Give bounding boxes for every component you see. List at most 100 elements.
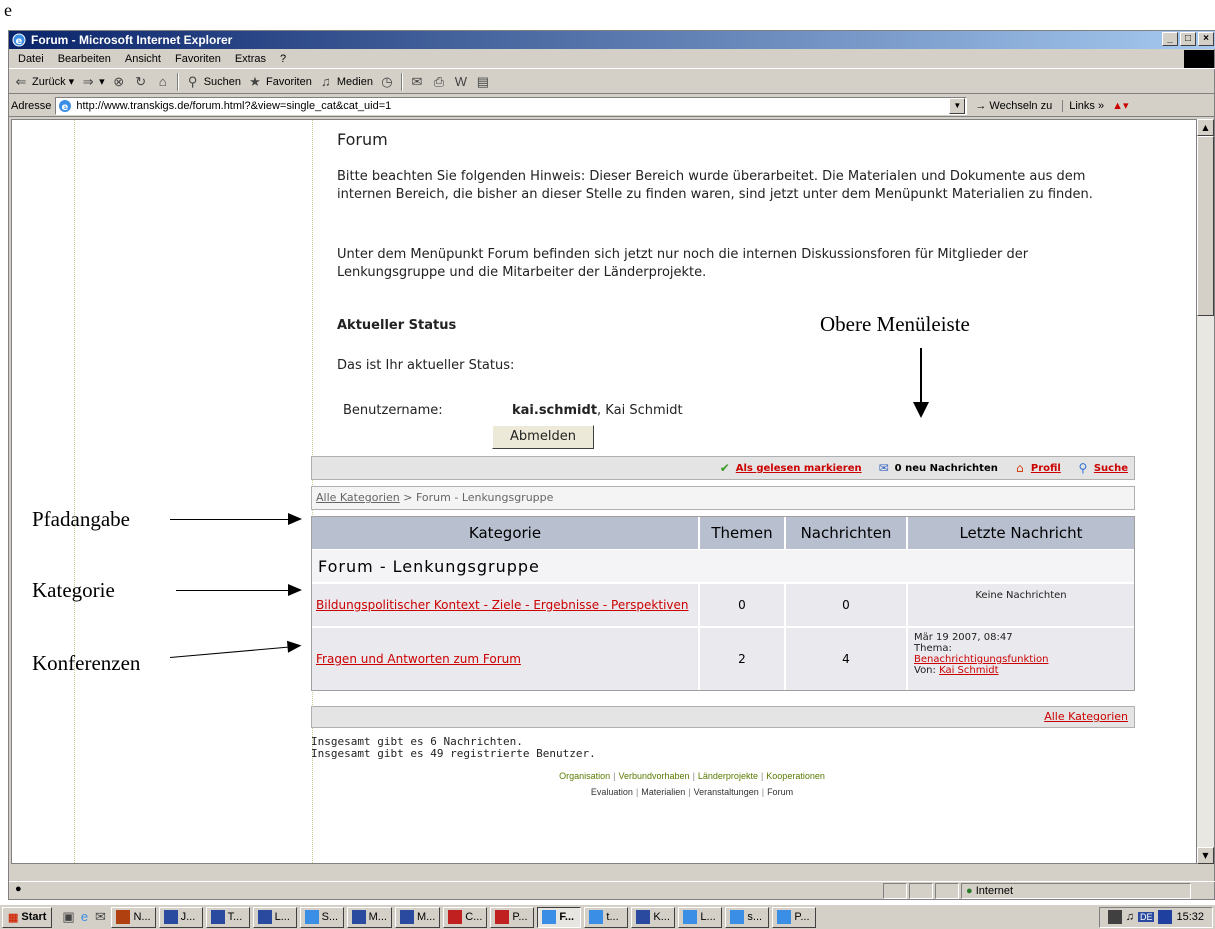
address-dropdown-icon[interactable]: ▼	[949, 97, 966, 114]
task-button[interactable]: L...	[678, 906, 723, 928]
footer-link-evaluation[interactable]: Evaluation	[591, 787, 633, 797]
toolbar-separator	[400, 72, 403, 91]
conference-link[interactable]: Bildungspolitischer Kontext - Ziele - Er…	[312, 584, 700, 626]
menu-datei[interactable]: Datei	[11, 49, 51, 68]
favorites-button[interactable]: ★ Favoriten	[247, 74, 312, 90]
last-message-author-link[interactable]: Kai Schmidt	[939, 665, 998, 676]
document-letter: e	[4, 0, 12, 20]
chevron-down-icon: ▾	[68, 76, 75, 88]
outlook-quicklaunch-icon[interactable]: ✉	[92, 909, 108, 925]
task-button[interactable]: M...	[346, 906, 392, 928]
annotation-conferences: Konferenzen	[32, 651, 141, 675]
task-button[interactable]: T...	[205, 906, 250, 928]
volume-icon[interactable]: ♫	[1126, 911, 1134, 923]
checkmark-icon: ✔	[719, 461, 730, 475]
close-button[interactable]: ×	[1198, 32, 1214, 46]
svg-text:e: e	[62, 102, 69, 113]
last-message-topic-link[interactable]: Benachrichtigungsfunktion	[914, 654, 1048, 665]
search-button[interactable]: ⚲ Suchen	[185, 74, 241, 90]
site-footer-nav: Organisation | Verbundvorhaben | Länderproje…	[559, 771, 825, 797]
footer-link-laenderprojekte[interactable]: Länderprojekte	[698, 771, 758, 781]
task-button[interactable]: P...	[772, 906, 817, 928]
toolbar-separator	[176, 72, 179, 91]
annotation-category: Kategorie	[32, 578, 115, 602]
address-input[interactable]: e http://www.transkigs.de/forum.html?&vi…	[55, 96, 968, 115]
status-line: Das ist Ihr aktueller Status:	[337, 358, 515, 373]
zone-indicator: ● Internet	[961, 882, 1191, 899]
conference-link[interactable]: Fragen und Antworten zum Forum	[312, 628, 700, 690]
header-category: Kategorie	[312, 517, 700, 549]
page-icon: e	[59, 99, 72, 113]
status-cell	[909, 882, 933, 899]
scroll-thumb[interactable]	[1197, 136, 1214, 316]
network-icon[interactable]	[1107, 910, 1122, 924]
task-button[interactable]: P...	[490, 906, 535, 928]
footer-link-verbundvorhaben[interactable]: Verbundvorhaben	[619, 771, 690, 781]
ie-quicklaunch-icon[interactable]: e	[76, 909, 92, 925]
logout-button[interactable]: Abmelden	[492, 425, 594, 449]
discuss-icon[interactable]: ▤	[475, 74, 491, 90]
task-button[interactable]: L...	[252, 906, 297, 928]
mark-read-item[interactable]: ✔ Als gelesen markieren	[717, 461, 862, 475]
footer-link-materialien[interactable]: Materialien	[641, 787, 685, 797]
menu-ansicht[interactable]: Ansicht	[118, 49, 168, 68]
search-link[interactable]: Suche	[1094, 463, 1128, 474]
annotation-arrow	[176, 584, 302, 596]
menu-bearbeiten[interactable]: Bearbeiten	[51, 49, 118, 68]
minimize-button[interactable]: _	[1162, 32, 1178, 46]
task-button[interactable]: C...	[443, 906, 488, 928]
task-button[interactable]: J...	[158, 906, 203, 928]
links-button[interactable]: Links »	[1062, 99, 1104, 112]
globe-icon: ●	[966, 884, 973, 897]
messages-count: 0	[786, 584, 908, 626]
username-value: kai.schmidt, Kai Schmidt	[512, 403, 683, 418]
task-button[interactable]: s...	[725, 906, 770, 928]
stop-icon[interactable]: ⊗	[111, 74, 127, 90]
windows-logo-icon	[1184, 50, 1214, 68]
forward-button[interactable]: ⇒ ▾	[80, 74, 105, 90]
show-desktop-icon[interactable]: ▣	[60, 909, 76, 925]
footer-link-organisation[interactable]: Organisation	[559, 771, 610, 781]
edit-word-icon[interactable]: W	[453, 74, 469, 90]
all-categories-link[interactable]: Alle Kategorien	[1044, 710, 1128, 723]
search-item[interactable]: ⚲ Suche	[1075, 461, 1128, 475]
task-button[interactable]: S...	[299, 906, 344, 928]
go-button[interactable]: → Wechseln zu	[975, 100, 1052, 112]
task-button[interactable]: N...	[111, 906, 156, 928]
mail-icon[interactable]: ✉	[409, 74, 425, 90]
ie-icon: e	[12, 33, 26, 47]
task-button[interactable]: M...	[394, 906, 441, 928]
menu-extras[interactable]: Extras	[228, 49, 273, 68]
history-icon[interactable]: ◷	[379, 74, 395, 90]
messages-count: 4	[786, 628, 908, 690]
menu-help[interactable]: ?	[273, 49, 293, 68]
refresh-icon[interactable]: ↻	[133, 74, 149, 90]
mark-read-link[interactable]: Als gelesen markieren	[736, 463, 862, 474]
back-button[interactable]: ⇐ Zurück ▾	[13, 74, 75, 90]
footer-link-forum[interactable]: Forum	[767, 787, 793, 797]
menu-favoriten[interactable]: Favoriten	[168, 49, 228, 68]
footer-link-veranstaltungen[interactable]: Veranstaltungen	[694, 787, 759, 797]
acrobat-icon[interactable]: ▲▾	[1112, 99, 1128, 112]
annotation-top-menu: Obere Menüleiste	[820, 312, 970, 336]
print-icon[interactable]: ⎙	[431, 74, 447, 90]
username-label: Benutzername:	[343, 403, 443, 418]
media-button[interactable]: ♫ Medien	[318, 74, 373, 90]
home-icon[interactable]: ⌂	[155, 74, 171, 90]
task-button-active[interactable]: F...	[537, 906, 582, 928]
language-indicator[interactable]: DE	[1137, 912, 1155, 922]
profile-item[interactable]: ⌂ Profil	[1012, 461, 1061, 475]
title-bar: e Forum - Microsoft Internet Explorer _ …	[9, 31, 1215, 49]
maximize-button[interactable]: □	[1180, 32, 1196, 46]
footer-link-kooperationen[interactable]: Kooperationen	[766, 771, 825, 781]
task-button[interactable]: K...	[631, 906, 676, 928]
scroll-up-icon[interactable]: ▲	[1197, 119, 1214, 136]
scroll-down-icon[interactable]: ▼	[1197, 847, 1214, 864]
task-button[interactable]: t...	[584, 906, 629, 928]
breadcrumb-root-link[interactable]: Alle Kategorien	[316, 491, 400, 504]
search-icon: ⚲	[187, 73, 198, 89]
start-button[interactable]: ▦ Start	[2, 906, 53, 928]
profile-link[interactable]: Profil	[1031, 463, 1061, 474]
tray-app-icon[interactable]	[1158, 910, 1173, 924]
vertical-scrollbar[interactable]: ▲ ▼	[1197, 119, 1214, 864]
